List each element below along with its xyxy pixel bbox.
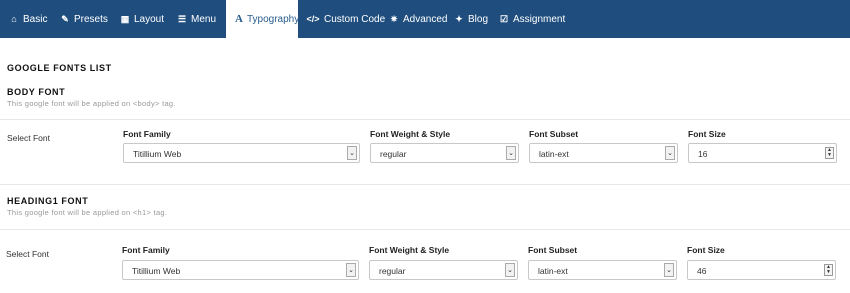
chevron-down-icon: ⌄	[665, 146, 675, 160]
font-family-label: Font Family	[123, 129, 171, 139]
font-family-label: Font Family	[122, 245, 170, 255]
section-description: This google font will be applied on <h1>…	[7, 208, 168, 217]
tab-label: Typography	[246, 13, 300, 25]
tab-label: Advanced	[403, 13, 448, 25]
page-title: GOOGLE FONTS LIST	[7, 63, 112, 73]
tab-custom-code[interactable]: </> Custom Code	[306, 0, 385, 38]
layout-icon: ▦	[120, 13, 130, 24]
brush-icon: ✎	[61, 13, 69, 24]
tab-label: Basic	[23, 13, 48, 25]
font-icon: A	[235, 13, 243, 25]
tab-presets[interactable]: ✎ Presets	[60, 0, 108, 38]
font-weight-label: Font Weight & Style	[370, 129, 451, 139]
row-label: Select Font	[6, 249, 49, 259]
tab-advanced[interactable]: ✷ Advanced	[389, 0, 447, 38]
section-title: BODY FONT	[7, 87, 66, 97]
font-size-label: Font Size	[688, 129, 726, 139]
chevron-down-icon: ⌄	[664, 263, 674, 277]
font-subset-label: Font Subset	[529, 129, 579, 139]
tab-label: Custom Code	[324, 13, 386, 25]
selected-value: regular	[379, 266, 406, 276]
font-size-input[interactable]: 46 ▲ ▼	[687, 260, 836, 280]
selected-value: latin-ext	[539, 149, 569, 159]
section-title: HEADING1 FONT	[7, 196, 89, 206]
font-size-input[interactable]: 16 ▲ ▼	[688, 143, 837, 163]
stepper-icon[interactable]: ▲ ▼	[825, 147, 834, 159]
tab-typography[interactable]: A Typography	[226, 0, 300, 38]
top-navigation-bar: ⌂ Basic ✎ Presets ▦ Layout ☰ Menu A Typo…	[0, 0, 850, 38]
pin-icon: ✦	[455, 13, 463, 24]
selected-value: Titillium Web	[133, 149, 182, 159]
font-weight-label: Font Weight & Style	[369, 245, 450, 255]
gear-icon: ✷	[390, 13, 398, 24]
font-subset-select[interactable]: latin-ext ⌄	[528, 260, 677, 280]
tab-label: Blog	[468, 13, 489, 25]
tab-layout[interactable]: ▦ Layout	[120, 0, 164, 38]
selected-value: latin-ext	[538, 266, 568, 276]
tab-assignment[interactable]: ☑ Assignment	[499, 0, 565, 38]
divider	[0, 184, 850, 185]
list-icon: ☰	[177, 13, 187, 24]
selected-value: regular	[380, 149, 407, 159]
section-description: This google font will be applied on <bod…	[7, 99, 176, 108]
font-subset-label: Font Subset	[528, 245, 578, 255]
font-subset-select[interactable]: latin-ext ⌄	[529, 143, 678, 163]
tab-label: Menu	[191, 13, 217, 25]
stepper-icon[interactable]: ▲ ▼	[824, 264, 833, 276]
home-icon: ⌂	[11, 14, 17, 24]
code-icon: </>	[306, 14, 320, 24]
tab-menu[interactable]: ☰ Menu	[177, 0, 216, 38]
tab-blog[interactable]: ✦ Blog	[454, 0, 488, 38]
input-value: 46	[697, 266, 707, 276]
font-family-select[interactable]: Titillium Web ⌄	[123, 143, 360, 163]
tab-label: Assignment	[513, 13, 566, 25]
divider	[0, 229, 850, 230]
chevron-down-icon: ⌄	[346, 263, 356, 277]
row-label: Select Font	[7, 133, 50, 143]
chevron-down-icon: ⌄	[347, 146, 357, 160]
selected-value: Titillium Web	[132, 266, 181, 276]
checkbox-icon: ☑	[499, 13, 509, 24]
divider	[0, 119, 850, 120]
font-weight-select[interactable]: regular ⌄	[369, 260, 518, 280]
font-weight-select[interactable]: regular ⌄	[370, 143, 519, 163]
input-value: 16	[698, 149, 708, 159]
chevron-down-icon: ⌄	[505, 263, 515, 277]
chevron-down-icon: ⌄	[506, 146, 516, 160]
tab-label: Layout	[134, 13, 165, 25]
tab-label: Presets	[74, 13, 108, 25]
font-size-label: Font Size	[687, 245, 725, 255]
tab-basic[interactable]: ⌂ Basic	[9, 0, 47, 38]
font-family-select[interactable]: Titillium Web ⌄	[122, 260, 359, 280]
